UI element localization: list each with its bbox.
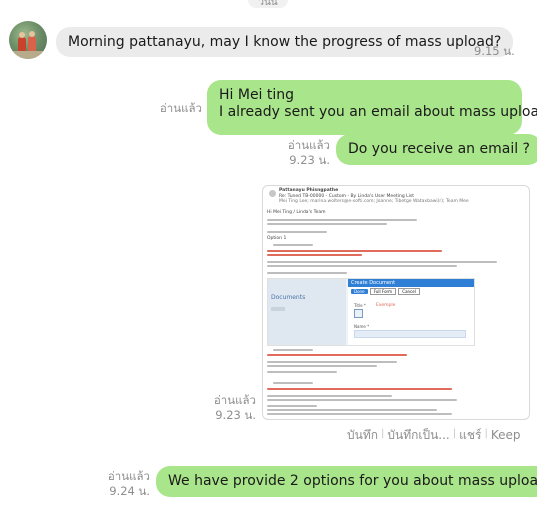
message-time: 9.15 น. (474, 44, 515, 58)
keep-link[interactable]: Keep (491, 428, 521, 442)
date-separator: วันนี้ (248, 0, 288, 8)
sender-avatar-icon (269, 190, 276, 197)
save-image-link[interactable]: บันทึก (347, 428, 378, 442)
read-receipt: อ่านแล้ว (287, 138, 330, 152)
option-label: Option 1 (267, 236, 287, 241)
create-document-dialog: Create Document Done Full Form Cancel Ti… (348, 279, 474, 345)
email-greeting: Hi Mei Ting / Linda's Team (267, 210, 326, 215)
message-bubble-incoming[interactable]: Morning pattanayu, may I know the progre… (56, 27, 514, 57)
message-text: Morning pattanayu, may I know the progre… (68, 34, 502, 50)
message-bubble-outgoing[interactable]: We have provide 2 options for you about … (156, 466, 537, 497)
message-text-line: I already sent you an email about mass u… (219, 104, 537, 120)
field-name-label: Name * (354, 324, 370, 329)
contact-avatar[interactable] (9, 21, 47, 59)
dialog-title: Create Document (348, 279, 474, 287)
dialog-tab-full-form: Full Form (369, 288, 396, 295)
save-as-link[interactable]: บันทึกเป็น... (387, 428, 449, 442)
image-action-bar: บันทึก | บันทึกเป็น... | แชร์ | Keep (347, 428, 521, 442)
dialog-tab-done: Done (351, 289, 368, 294)
message-text: We have provide 2 options for you about … (168, 473, 537, 489)
message-text-line: Hi Mei ting (219, 87, 295, 103)
message-bubble-outgoing[interactable]: Do you receive an email ? (336, 134, 537, 165)
field-title-value: Exemple (376, 303, 396, 308)
edit-icon (354, 309, 363, 318)
email-sender: Pattanayu Phisngpathe (279, 188, 339, 193)
message-time: 9.24 น. (109, 484, 150, 498)
image-attachment[interactable]: Pattanayu Phisngpathe Re: Tuned TB-00000… (262, 185, 530, 420)
message-time: 9.23 น. (289, 153, 330, 167)
share-link[interactable]: แชร์ (459, 428, 481, 442)
read-receipt: อ่านแล้ว (107, 469, 150, 483)
read-receipt: อ่านแล้ว (159, 101, 202, 115)
dialog-tab-cancel: Cancel (398, 288, 420, 295)
read-receipt: อ่านแล้ว (213, 393, 256, 407)
field-title-label: Title * (354, 303, 366, 308)
message-text: Do you receive an email ? (348, 141, 530, 157)
documents-heading: Documents (271, 294, 306, 301)
embedded-screenshot: Documents Create Document Done Full Form… (267, 278, 475, 346)
message-bubble-outgoing[interactable]: Hi Mei ting I already sent you an email … (207, 80, 537, 135)
email-recipients: Mei Ting Lee; marina.wolters@e-softi.com… (279, 199, 469, 204)
message-time: 9.23 น. (215, 408, 256, 422)
